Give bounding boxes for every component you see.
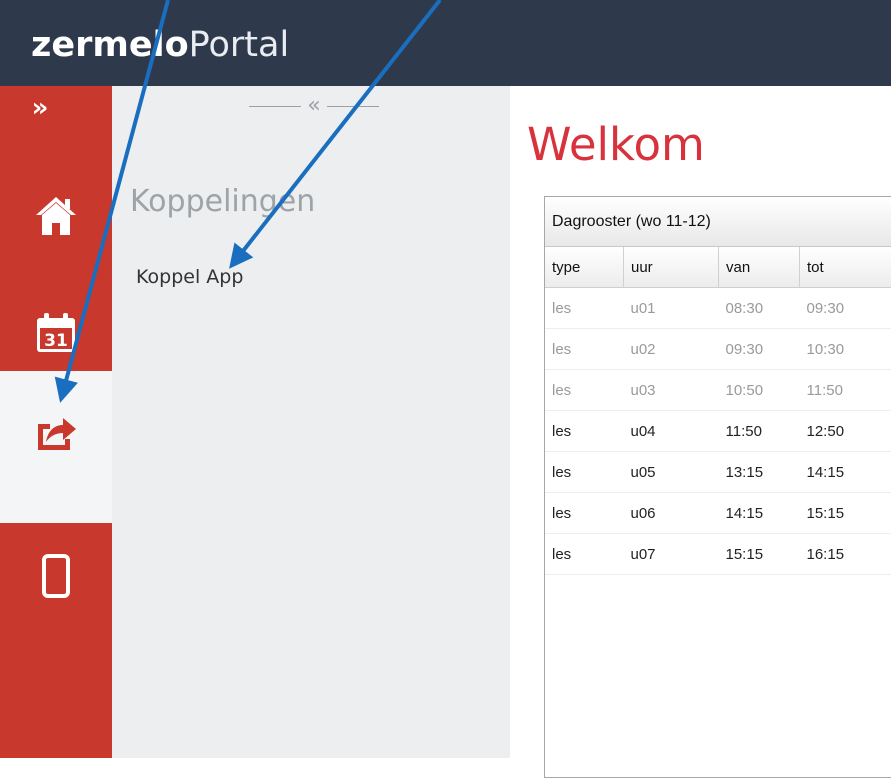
cell-van: 08:30	[719, 288, 800, 329]
rail-item-home[interactable]	[0, 178, 112, 252]
double-chevron-right-icon: »	[32, 93, 49, 123]
column-header-tot[interactable]: tot	[800, 247, 891, 288]
cell-uur: u02	[624, 329, 719, 370]
cell-type: les	[545, 534, 624, 575]
cell-tot: 09:30	[800, 288, 891, 329]
cell-type: les	[545, 452, 624, 493]
left-icon-rail: » 31	[0, 86, 112, 758]
main-content: Welkom Dagrooster (wo 11-12) type uur va…	[510, 86, 891, 758]
cell-tot: 10:30	[800, 329, 891, 370]
home-icon	[34, 193, 78, 237]
cell-van: 09:30	[719, 329, 800, 370]
schedule-widget: Dagrooster (wo 11-12) type uur van tot l…	[544, 196, 891, 778]
koppel-app-link[interactable]: Koppel App	[136, 266, 243, 288]
column-header-van[interactable]: van	[719, 247, 800, 288]
cell-van: 11:50	[719, 411, 800, 452]
table-row[interactable]: les u01 08:30 09:30	[545, 288, 891, 329]
expand-menu-button[interactable]: »	[0, 88, 80, 128]
cell-tot: 14:15	[800, 452, 891, 493]
cell-tot: 15:15	[800, 493, 891, 534]
page-title: Welkom	[527, 118, 705, 171]
cell-uur: u06	[624, 493, 719, 534]
logo-text-light: Portal	[189, 25, 290, 65]
cell-van: 13:15	[719, 452, 800, 493]
cell-uur: u04	[624, 411, 719, 452]
cell-tot: 11:50	[800, 370, 891, 411]
rail-item-share[interactable]	[0, 382, 112, 482]
divider-line-right	[327, 106, 379, 107]
cell-uur: u03	[624, 370, 719, 411]
cell-uur: u07	[624, 534, 719, 575]
submenu-panel: « Koppelingen Koppel App	[112, 86, 510, 758]
logo-text-strong: zermelo	[31, 25, 189, 65]
widget-title: Dagrooster (wo 11-12)	[545, 197, 891, 247]
cell-uur: u05	[624, 452, 719, 493]
panel-title: Koppelingen	[130, 184, 315, 219]
phone-icon	[42, 554, 70, 598]
table-header-row: type uur van tot	[545, 247, 891, 288]
table-row[interactable]: les u03 10:50 11:50	[545, 370, 891, 411]
schedule-table: type uur van tot les u01 08:30 09:30 les…	[545, 247, 891, 575]
cell-tot: 16:15	[800, 534, 891, 575]
divider-line-left	[249, 106, 301, 107]
rail-item-calendar[interactable]: 31	[0, 296, 112, 370]
cell-type: les	[545, 288, 624, 329]
column-header-uur[interactable]: uur	[624, 247, 719, 288]
cell-van: 14:15	[719, 493, 800, 534]
cell-van: 15:15	[719, 534, 800, 575]
table-row[interactable]: les u04 11:50 12:50	[545, 411, 891, 452]
table-row[interactable]: les u05 13:15 14:15	[545, 452, 891, 493]
cell-van: 10:50	[719, 370, 800, 411]
cell-uur: u01	[624, 288, 719, 329]
calendar-icon: 31	[34, 311, 78, 355]
cell-type: les	[545, 411, 624, 452]
cell-tot: 12:50	[800, 411, 891, 452]
table-row[interactable]: les u07 15:15 16:15	[545, 534, 891, 575]
table-row[interactable]: les u06 14:15 15:15	[545, 493, 891, 534]
app-logo[interactable]: zermeloPortal	[31, 20, 289, 70]
top-header-bar: zermeloPortal	[0, 0, 891, 86]
cell-type: les	[545, 370, 624, 411]
double-chevron-left-icon: «	[307, 95, 320, 117]
share-icon	[34, 412, 78, 452]
cell-type: les	[545, 493, 624, 534]
column-header-type[interactable]: type	[545, 247, 624, 288]
rail-item-phone[interactable]	[0, 531, 112, 621]
cell-type: les	[545, 329, 624, 370]
table-row[interactable]: les u02 09:30 10:30	[545, 329, 891, 370]
collapse-panel-button[interactable]: «	[224, 94, 404, 118]
calendar-day-number: 31	[44, 331, 68, 351]
